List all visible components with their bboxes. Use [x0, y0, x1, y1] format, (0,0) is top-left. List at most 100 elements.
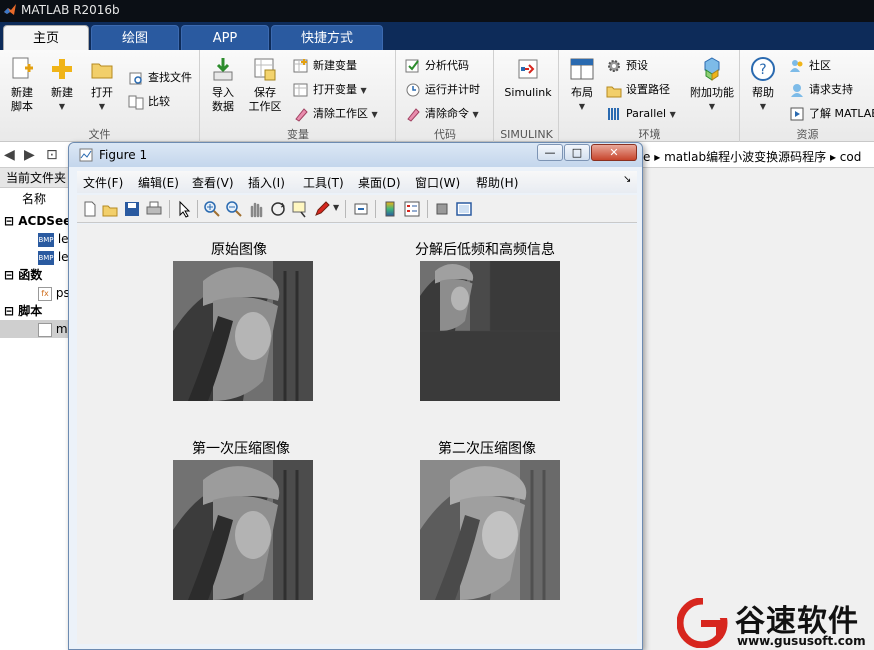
breadcrumb-separator-icon: ▸ [654, 150, 665, 164]
layout-icon [570, 58, 594, 80]
menu-dock-arrow-icon[interactable]: ↘ [623, 174, 631, 185]
subplot-title-original: 原始图像 [211, 242, 267, 258]
window-title: MATLAB R2016b [21, 3, 120, 17]
zoom-out-icon[interactable] [225, 200, 243, 218]
tab-apps[interactable]: APP [181, 25, 269, 50]
clear-workspace-button[interactable]: 清除工作区 ▼ [293, 104, 378, 124]
group-functions[interactable]: ⊟ 函数 [0, 266, 72, 284]
breadcrumb-item[interactable]: e [643, 150, 650, 164]
decomposition-image [420, 261, 560, 401]
tab-plots[interactable]: 绘图 [91, 25, 179, 50]
first-compressed-image [173, 460, 313, 600]
parallel-button[interactable]: Parallel ▼ [606, 104, 676, 124]
open-file-icon[interactable] [101, 200, 119, 218]
figure-menu-bar: 文件(F) 编辑(E) 查看(V) 插入(I) 工具(T) 桌面(D) 窗口(W… [77, 171, 637, 193]
addons-button[interactable]: 附加功能 ▼ [688, 56, 736, 114]
group-acdsee[interactable]: ⊟ ACDSee [0, 212, 72, 230]
run-and-time-button[interactable]: 运行并计时 [405, 80, 480, 100]
layout-button[interactable]: 布局 ▼ [560, 56, 604, 114]
menu-help[interactable]: 帮助(H) [476, 174, 518, 191]
pointer-icon[interactable] [175, 200, 193, 218]
svg-text:?: ? [759, 62, 766, 78]
save-icon[interactable] [123, 200, 141, 218]
print-icon[interactable] [145, 200, 163, 218]
preferences-button[interactable]: 预设 [606, 56, 648, 76]
brand-url: www.gususoft.com [737, 634, 866, 648]
gususoft-logo-icon [677, 598, 729, 648]
pan-hand-icon[interactable] [247, 200, 265, 218]
file-item[interactable]: BMP le [0, 230, 72, 248]
simulink-button[interactable]: Simulink [501, 56, 555, 100]
up-folder-icon[interactable]: ⊡ [46, 147, 58, 163]
community-button[interactable]: 社区 [789, 56, 831, 76]
request-support-button[interactable]: 请求支持 [789, 80, 853, 100]
tab-shortcuts[interactable]: 快捷方式 [271, 25, 383, 50]
open-variable-button[interactable]: 打开变量 ▼ [293, 80, 367, 100]
menu-tools[interactable]: 工具(T) [303, 174, 344, 191]
find-files-button[interactable]: 查找文件 [128, 68, 192, 88]
group-scripts[interactable]: ⊟ 脚本 [0, 302, 72, 320]
second-compressed-image [420, 460, 560, 600]
new-variable-button[interactable]: 新建变量 [293, 56, 357, 76]
resources-section-label: 资源 [796, 128, 819, 141]
tab-home[interactable]: 主页 [3, 25, 89, 50]
breadcrumb-item[interactable]: cod [840, 150, 862, 164]
legend-icon[interactable] [403, 200, 421, 218]
learn-matlab-button[interactable]: 了解 MATLAB [789, 104, 874, 124]
file-item-selected[interactable]: m [0, 320, 72, 338]
new-button[interactable]: 新建 ▼ [40, 56, 84, 114]
hide-plot-tools-icon[interactable] [433, 200, 451, 218]
close-button[interactable]: ✕ [591, 144, 637, 161]
compare-icon [128, 95, 144, 110]
new-script-button[interactable]: 新建 脚本 [0, 56, 44, 114]
breadcrumb-item[interactable]: matlab编程小波变换源码程序 [664, 150, 826, 164]
function-file-icon: fx [38, 286, 52, 301]
compare-button[interactable]: 比较 [128, 92, 170, 112]
show-plot-tools-icon[interactable] [455, 200, 473, 218]
menu-insert[interactable]: 插入(I) [248, 174, 285, 191]
analyze-code-icon [405, 59, 419, 73]
menu-file[interactable]: 文件(F) [83, 174, 123, 191]
new-figure-icon[interactable] [81, 200, 99, 218]
analyze-code-button[interactable]: 分析代码 [405, 56, 469, 76]
bmp-file-icon: BMP [38, 232, 54, 247]
rotate-3d-icon[interactable] [269, 200, 287, 218]
subplot-title-decomposition: 分解后低频和高频信息 [415, 242, 555, 258]
menu-desktop[interactable]: 桌面(D) [358, 174, 401, 191]
menu-window[interactable]: 窗口(W) [415, 174, 460, 191]
maximize-button[interactable]: □ [564, 144, 590, 161]
figure-title: Figure 1 [99, 148, 148, 162]
collapse-icon[interactable]: ⊟ [4, 214, 14, 228]
data-cursor-icon[interactable] [291, 200, 309, 218]
code-section-label: 代码 [434, 128, 456, 141]
open-button[interactable]: 打开 ▼ [80, 56, 124, 114]
import-data-button[interactable]: 导入 数据 [201, 56, 245, 114]
set-path-button[interactable]: 设置路径 [606, 80, 670, 100]
new-plus-icon [52, 59, 72, 79]
folder-open-icon [91, 63, 113, 79]
help-button[interactable]: ? 帮助 ▼ [741, 56, 785, 114]
back-arrow-icon[interactable]: ◀ [4, 147, 15, 163]
ribbon-section-variable: 导入 数据 保存 工作区 新建变量 打开变量 ▼ 清除工作区 ▼ 变量 [201, 50, 396, 142]
zoom-in-icon[interactable] [203, 200, 221, 218]
file-item[interactable]: BMP le [0, 248, 72, 266]
menu-view[interactable]: 查看(V) [192, 174, 234, 191]
figure-title-bar[interactable]: Figure 1 — □ ✕ [69, 143, 642, 167]
menu-edit[interactable]: 编辑(E) [138, 174, 179, 191]
toolbar-separator [169, 200, 170, 218]
name-column-header[interactable]: 名称 [0, 190, 72, 208]
link-plot-icon[interactable] [353, 200, 371, 218]
clear-commands-button[interactable]: 清除命令 ▼ [405, 104, 479, 124]
ribbon-section-environment: 布局 ▼ 预设 设置路径 Parallel ▼ 附加功能 ▼ 环境 [560, 50, 740, 142]
colorbar-icon[interactable] [381, 200, 399, 218]
minimize-button[interactable]: — [537, 144, 563, 161]
brush-icon[interactable] [313, 200, 331, 218]
forward-arrow-icon[interactable]: ▶ [24, 147, 35, 163]
collapse-icon[interactable]: ⊟ [4, 268, 14, 282]
brush-dropdown-icon[interactable]: ▼ [333, 203, 341, 221]
figure-canvas: 原始图像 分解后低频和高频信息 第一次压缩图像 第二次压缩图像 [77, 224, 637, 644]
variable-section-label: 变量 [287, 128, 309, 141]
collapse-icon[interactable]: ⊟ [4, 304, 14, 318]
save-workspace-button[interactable]: 保存 工作区 [243, 56, 287, 114]
file-item[interactable]: fx ps [0, 284, 72, 302]
